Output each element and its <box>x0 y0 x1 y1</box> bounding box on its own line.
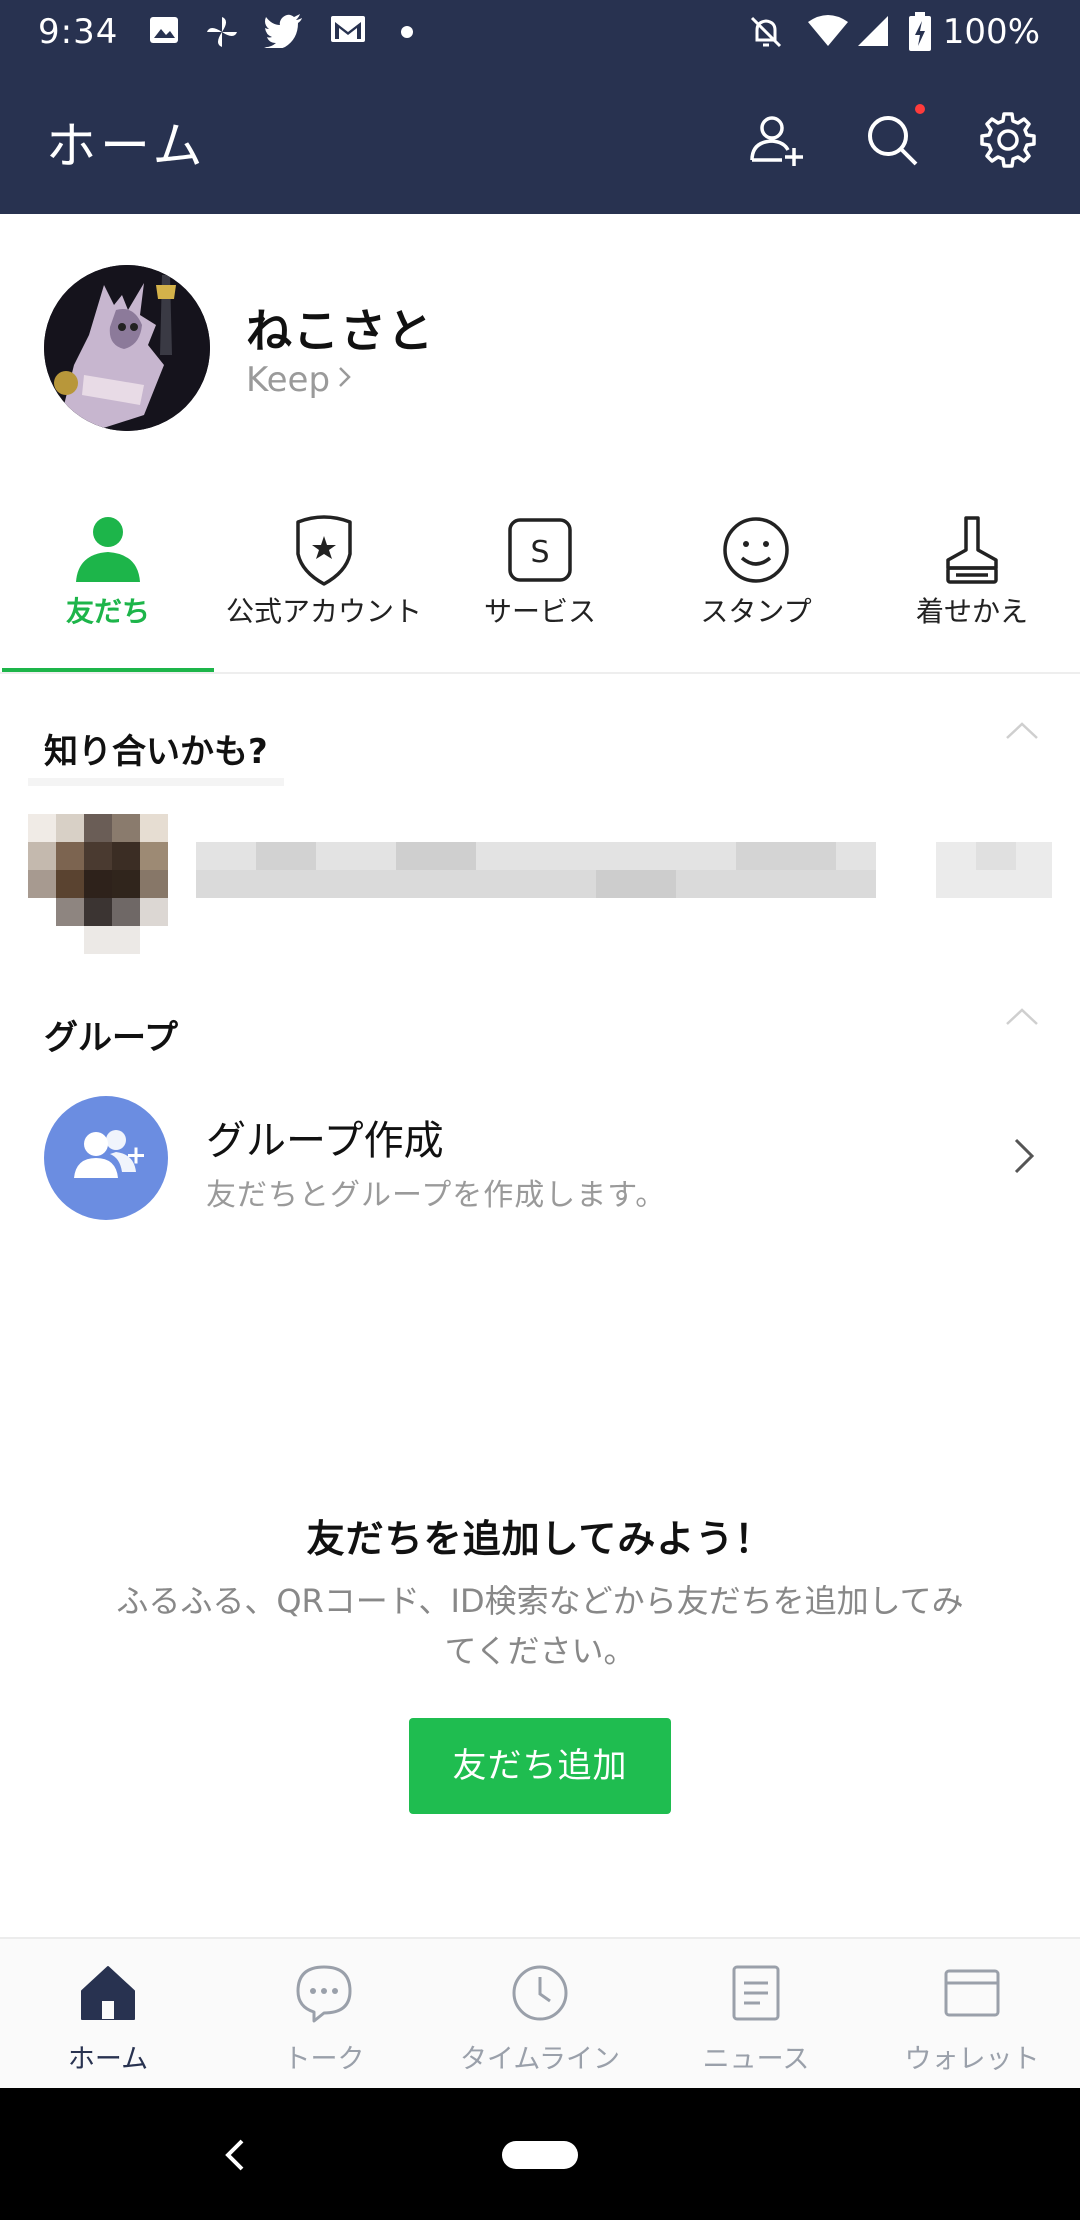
pinwheel-icon <box>204 14 240 54</box>
clock-icon <box>512 1965 568 2021</box>
tab-label: サービス <box>483 595 596 628</box>
create-group-subtitle: 友だちとグループを作成します。 <box>206 1178 667 1213</box>
notification-dot <box>915 104 925 114</box>
shield-star-icon <box>296 515 352 586</box>
back-icon[interactable] <box>220 2138 250 2172</box>
battery-icon <box>908 12 932 56</box>
wifi-icon <box>806 14 850 52</box>
brush-icon <box>946 516 998 584</box>
nav-label: タイムライン <box>459 2044 621 2075</box>
empty-state-description: ふるふる、QRコード、ID検索などから友だちを追加してみてください。 <box>116 1582 964 1670</box>
search-button[interactable] <box>862 110 922 170</box>
tab-stickers[interactable]: スタンプ <box>648 498 864 672</box>
gmail-icon <box>330 14 366 48</box>
home-pill-button[interactable] <box>502 2141 578 2169</box>
nav-talk[interactable]: トーク <box>216 1939 432 2090</box>
settings-icon <box>980 112 1036 168</box>
add-friend-button[interactable] <box>746 110 806 170</box>
app-header: ホーム <box>0 64 1080 214</box>
tab-label: スタンプ <box>700 595 812 628</box>
system-navigation-bar <box>0 2088 1080 2220</box>
tab-friends[interactable]: 友だち <box>0 498 216 672</box>
line-home-screen: 9:34 100% ホーム ねこさと Keep 友だち 公式アカウント S サー… <box>0 0 1080 2220</box>
status-time: 9:34 <box>38 12 119 52</box>
nav-label: ホーム <box>67 2044 149 2075</box>
keep-label: Keep <box>246 360 331 400</box>
service-s-icon: S <box>508 518 572 582</box>
twitter-icon <box>264 14 304 52</box>
dot-icon <box>400 24 414 43</box>
add-friends-button[interactable]: 友だち追加 <box>409 1718 671 1814</box>
nav-news[interactable]: ニュース <box>648 1939 864 2090</box>
chevron-right-icon <box>339 367 351 387</box>
wallet-icon <box>944 1969 1000 2017</box>
status-bar: 9:34 100% <box>0 0 1080 64</box>
category-tabs: 友だち 公式アカウント S サービス スタンプ 着せかえ <box>0 498 1080 672</box>
add-friend-icon <box>750 116 803 166</box>
suggestions-title: 知り合いかも? <box>44 732 268 772</box>
nav-wallet[interactable]: ウォレット <box>864 1939 1080 2090</box>
nav-label: トーク <box>283 2044 365 2075</box>
person-icon <box>76 517 140 582</box>
create-group-row[interactable]: グループ作成 友だちとグループを作成します。 <box>0 1090 1080 1224</box>
battery-percent: 100% <box>942 12 1040 52</box>
news-icon <box>732 1965 780 2021</box>
tab-official-accounts[interactable]: 公式アカウント <box>216 498 432 672</box>
tab-services[interactable]: S サービス <box>432 498 648 672</box>
chevron-right-icon <box>1014 1138 1035 1174</box>
divider <box>0 672 1080 674</box>
settings-button[interactable] <box>978 110 1038 170</box>
home-icon <box>81 1966 135 2020</box>
create-group-title: グループ作成 <box>206 1118 444 1164</box>
empty-state-title: 友だちを追加してみよう！ <box>306 1517 774 1561</box>
smiley-icon <box>723 517 789 583</box>
profile-name[interactable]: ねこさと <box>246 295 434 361</box>
groups-title: グループ <box>44 1018 178 1058</box>
nav-label: ニュース <box>702 2044 810 2075</box>
keep-link[interactable]: Keep <box>246 360 352 400</box>
signal-icon <box>856 14 890 52</box>
profile-avatar[interactable] <box>44 265 210 431</box>
tab-label: 着せかえ <box>915 595 1028 628</box>
tab-themes[interactable]: 着せかえ <box>864 498 1080 672</box>
collapse-chevron-icon[interactable] <box>1004 1004 1040 1028</box>
nav-label: ウォレット <box>904 2044 1040 2075</box>
chat-icon <box>296 1965 352 2023</box>
image-icon <box>148 14 180 50</box>
svg-text:S: S <box>530 535 549 570</box>
tab-label: 公式アカウント <box>225 595 422 628</box>
bell-off-icon <box>748 14 784 54</box>
collapse-chevron-icon[interactable] <box>1004 718 1040 742</box>
group-add-icon <box>44 1096 168 1220</box>
tab-label: 友だち <box>65 595 150 628</box>
bottom-navigation: ホーム トーク タイムライン ニュース ウォレット <box>0 1937 1080 2088</box>
search-icon <box>868 116 918 166</box>
page-title: ホーム <box>46 117 207 175</box>
nav-home[interactable]: ホーム <box>0 1939 216 2090</box>
nav-timeline[interactable]: タイムライン <box>432 1939 648 2090</box>
suggested-friend-blurred[interactable] <box>28 778 1052 954</box>
